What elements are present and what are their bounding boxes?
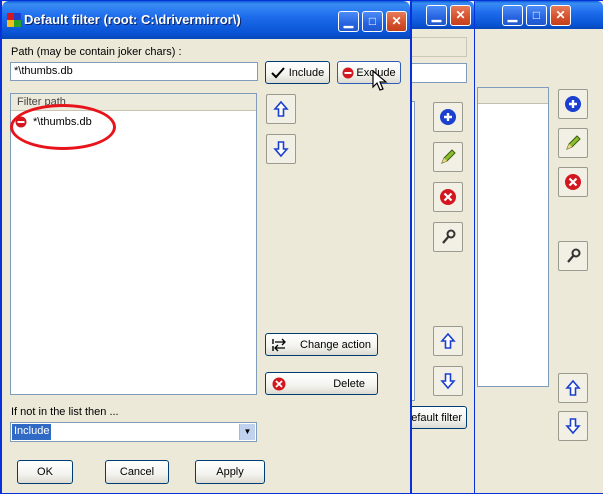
ok-button[interactable]: OK xyxy=(17,460,73,484)
change-action-label: Change action xyxy=(300,338,371,351)
move-up-icon[interactable] xyxy=(266,94,296,124)
include-button[interactable]: Include xyxy=(265,61,330,84)
delete-button[interactable]: Delete xyxy=(265,372,378,395)
include-button-label: Include xyxy=(288,66,325,79)
minimize-icon[interactable]: ▁ xyxy=(426,5,447,26)
dialog-titlebar: Default filter (root: C:\drivermirror\) … xyxy=(2,1,410,39)
minimize-icon[interactable]: ▁ xyxy=(502,5,523,26)
path-label: Path (may be contain joker chars) : xyxy=(11,46,182,58)
maximize-icon[interactable]: □ xyxy=(526,5,547,26)
close-icon[interactable]: ✕ xyxy=(550,5,571,26)
add-icon[interactable] xyxy=(433,102,463,132)
move-up-icon[interactable] xyxy=(433,326,463,356)
chevron-down-icon[interactable]: ▼ xyxy=(239,424,255,440)
default-filter-dialog: Default filter (root: C:\drivermirror\) … xyxy=(0,0,412,494)
swap-icon xyxy=(272,338,286,351)
background-field xyxy=(409,63,467,83)
background-window-2: ▁ □ ✕ xyxy=(470,0,603,494)
fallback-action-select[interactable]: Include ▼ xyxy=(10,422,257,442)
move-down-icon[interactable] xyxy=(558,411,588,441)
default-filter-button[interactable]: efault filter xyxy=(405,406,467,429)
move-down-icon[interactable] xyxy=(266,134,296,164)
move-up-icon[interactable] xyxy=(558,373,588,403)
wrench-icon[interactable] xyxy=(558,241,588,271)
close-icon[interactable]: ✕ xyxy=(386,11,407,32)
background-window-2-titlebar: ▁ □ ✕ xyxy=(471,1,603,29)
delete-icon[interactable] xyxy=(558,167,588,197)
list-header xyxy=(478,88,548,104)
fallback-label: If not in the list then ... xyxy=(11,406,119,418)
checkmark-icon xyxy=(271,66,285,78)
delete-icon[interactable] xyxy=(433,182,463,212)
change-action-button[interactable]: Change action xyxy=(265,333,378,356)
background-field xyxy=(409,37,467,57)
highlight-circle xyxy=(10,104,116,150)
cancel-button[interactable]: Cancel xyxy=(105,460,169,484)
add-icon[interactable] xyxy=(558,89,588,119)
path-input[interactable]: *\thumbs.db xyxy=(10,62,258,81)
move-down-icon[interactable] xyxy=(433,366,463,396)
maximize-icon[interactable]: □ xyxy=(362,11,383,32)
fallback-action-value: Include xyxy=(12,424,52,440)
edit-pencil-icon[interactable] xyxy=(558,128,588,158)
delete-icon xyxy=(272,377,286,390)
edit-pencil-icon[interactable] xyxy=(433,142,463,172)
minimize-icon[interactable]: ▁ xyxy=(338,11,359,32)
delete-label: Delete xyxy=(333,377,365,390)
app-icon xyxy=(7,13,21,27)
mouse-cursor-icon xyxy=(372,70,388,91)
background-list xyxy=(477,87,549,387)
dialog-title: Default filter (root: C:\drivermirror\) xyxy=(24,12,241,27)
close-icon[interactable]: ✕ xyxy=(450,5,471,26)
apply-button[interactable]: Apply xyxy=(195,460,265,484)
exclude-button[interactable]: Exclude xyxy=(337,61,401,84)
exclude-icon xyxy=(342,67,354,78)
wrench-icon[interactable] xyxy=(433,222,463,252)
